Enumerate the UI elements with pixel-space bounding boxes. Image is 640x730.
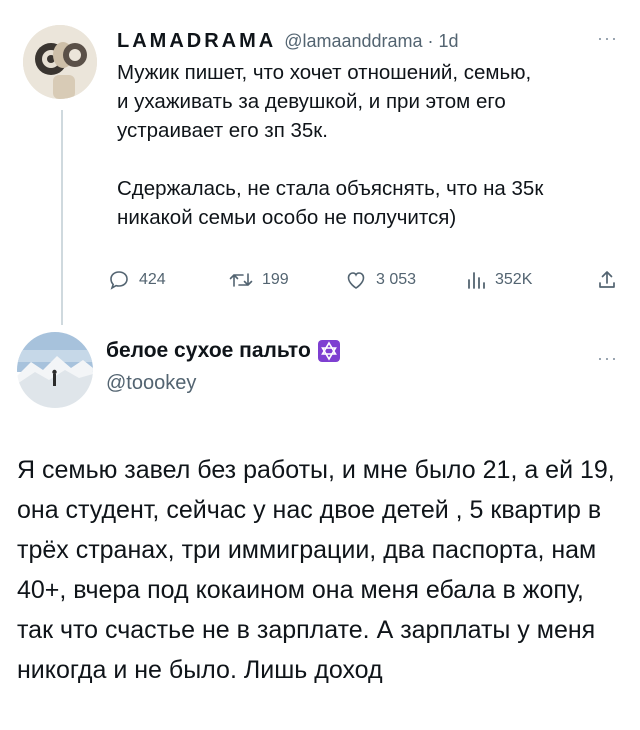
avatar-image [23,25,97,99]
more-options-icon[interactable]: ··· [597,348,618,369]
like-count: 3 053 [376,271,417,288]
avatar-image [17,332,93,408]
reply-count: 424 [139,271,166,288]
avatar[interactable] [17,332,93,408]
display-name[interactable]: LAMADRAMA [117,30,276,53]
retweet-button[interactable]: 199 [228,268,289,292]
share-button[interactable] [596,268,618,292]
handle[interactable]: @toookey [106,372,196,395]
more-options-icon[interactable]: ··· [597,28,618,49]
retweet-count: 199 [262,271,289,288]
display-name[interactable]: белое сухое пальто [106,339,311,363]
star-of-david-icon [317,339,341,363]
views-icon [468,272,485,289]
thread-line [61,110,63,325]
reply-button[interactable]: 424 [107,268,166,292]
avatar[interactable] [23,25,97,99]
views-button[interactable]: 352K [465,268,532,292]
heart-icon [347,272,365,289]
handle-and-time[interactable]: @lamaanddrama · 1d [284,31,458,52]
retweet-icon [229,273,253,287]
reply-icon [110,271,128,290]
tweet-text: Я семью завел без работы, и мне было 21,… [17,456,615,684]
tweet-text: Мужик пишет, что хочет отношений, семью,… [117,61,544,229]
like-button[interactable]: 3 053 [344,268,416,292]
share-icon [599,271,615,288]
views-count: 352K [495,271,533,288]
